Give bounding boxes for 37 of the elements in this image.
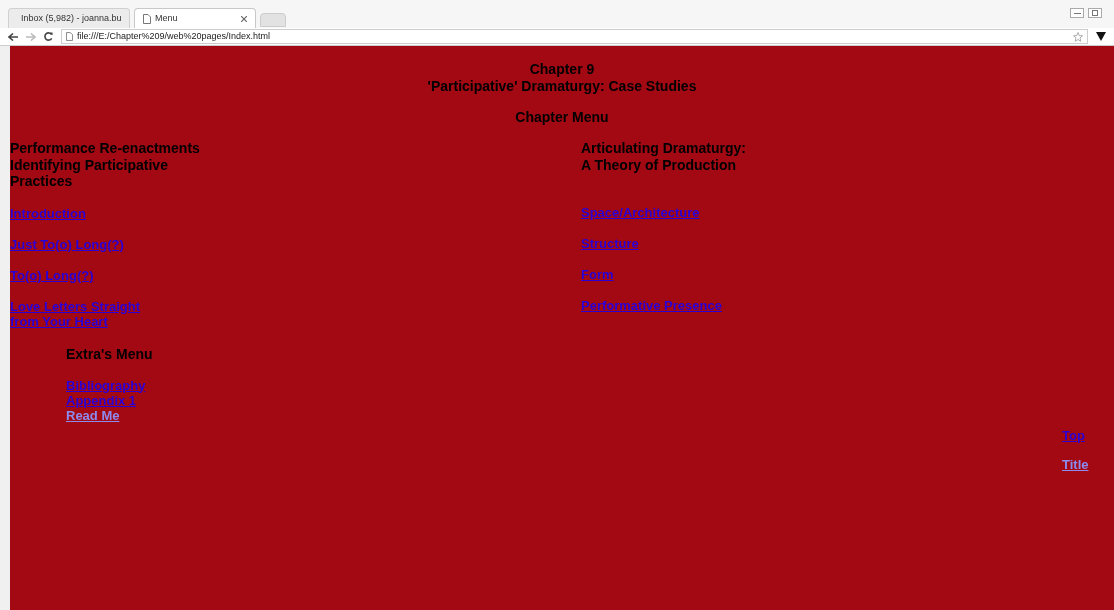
- chapter-link[interactable]: Structure: [581, 236, 639, 251]
- address-bar[interactable]: file:///E:/Chapter%209/web%20pages/Index.html: [61, 29, 1088, 44]
- tab-title: Menu: [155, 11, 179, 25]
- nav-link[interactable]: Title: [1062, 457, 1089, 472]
- section-heading: Performance Re-enactments: [10, 140, 201, 157]
- extras-link[interactable]: Appendix 1: [66, 392, 137, 408]
- nav-link[interactable]: Top: [1062, 428, 1085, 443]
- restore-button[interactable]: [1088, 8, 1102, 18]
- browser-tab[interactable]: Inbox (5,982) - joanna.bu: [8, 8, 130, 28]
- menu-heading: Chapter Menu: [515, 109, 609, 126]
- chapter-link[interactable]: Form: [581, 267, 614, 282]
- url-text: file:///E:/Chapter%209/web%20pages/Index.html: [77, 29, 271, 43]
- chapter-link[interactable]: Performative Presence: [581, 298, 722, 313]
- chapter-link[interactable]: Just To(o) Long(?): [10, 236, 124, 252]
- chapter-link[interactable]: To(o) Long(?): [10, 267, 94, 283]
- chapter-title: 'Participative' Dramaturgy: Case Studies: [427, 78, 697, 95]
- back-icon[interactable]: [8, 32, 18, 41]
- tab-title: Inbox (5,982) - joanna.bu: [21, 11, 122, 25]
- page-icon: [66, 32, 73, 41]
- extras-link[interactable]: Bibliography: [66, 377, 146, 393]
- chapter-title: Chapter 9: [529, 61, 595, 78]
- chapter-link[interactable]: from Your Heart: [10, 313, 108, 329]
- reload-icon[interactable]: [44, 32, 53, 41]
- close-icon[interactable]: [241, 15, 247, 22]
- browser-tab[interactable]: Menu: [134, 8, 256, 28]
- chapter-link[interactable]: Love Letters Straight: [10, 298, 141, 314]
- extras-link[interactable]: Read Me: [66, 407, 120, 423]
- section-heading: A Theory of Production: [581, 156, 738, 173]
- section-heading: Articulating Dramaturgy:: [581, 140, 747, 157]
- minimize-button[interactable]: [1070, 8, 1084, 18]
- section-heading: Identifying Participative: [10, 156, 169, 173]
- section-heading: Practices: [10, 173, 74, 190]
- chapter-link[interactable]: Space/Architecture: [581, 205, 700, 220]
- page-icon: [143, 13, 151, 24]
- extras-heading: Extra's Menu: [66, 344, 154, 364]
- chapter-link[interactable]: Introduction: [10, 205, 86, 221]
- star-icon[interactable]: [1073, 31, 1083, 42]
